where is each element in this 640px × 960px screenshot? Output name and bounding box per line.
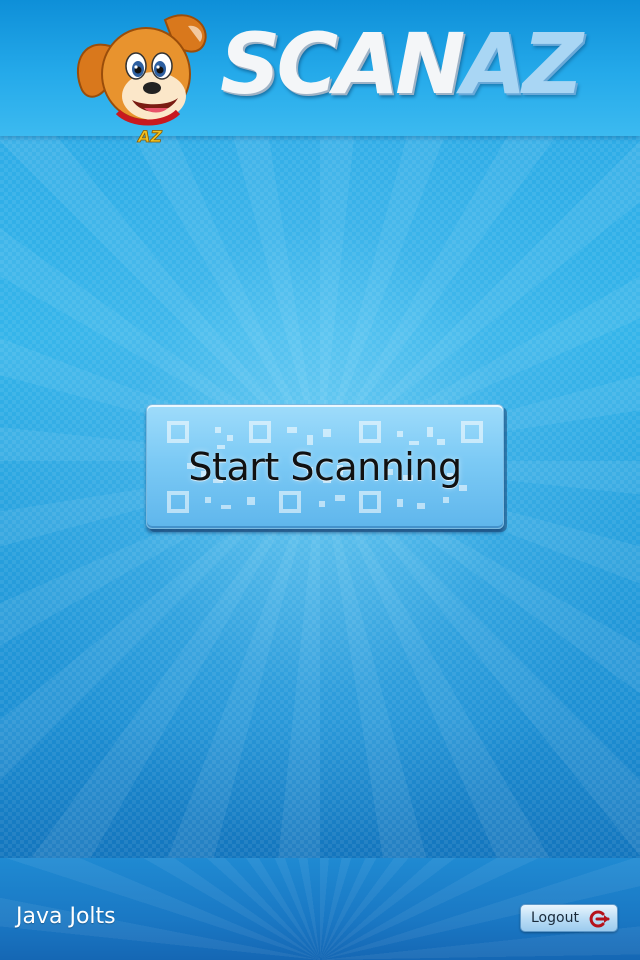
logo-text-scan: SCAN [220,15,465,113]
logout-button[interactable]: Logout [520,904,618,932]
app-header: AZ SCANAZ [0,0,640,146]
mascot-badge: AZ [136,127,162,146]
app-logo: SCANAZ [220,14,583,114]
logout-arrow-icon [589,910,610,928]
username-label: Java Jolts [16,904,116,929]
start-scanning-label: Start Scanning [188,444,462,489]
logo-text-az: AZ [461,15,583,113]
dog-mascot-icon: AZ [76,14,207,146]
start-scanning-button[interactable]: Start Scanning [146,404,504,529]
logout-label: Logout [531,910,579,926]
app-footer: Java Jolts Logout [0,858,640,960]
